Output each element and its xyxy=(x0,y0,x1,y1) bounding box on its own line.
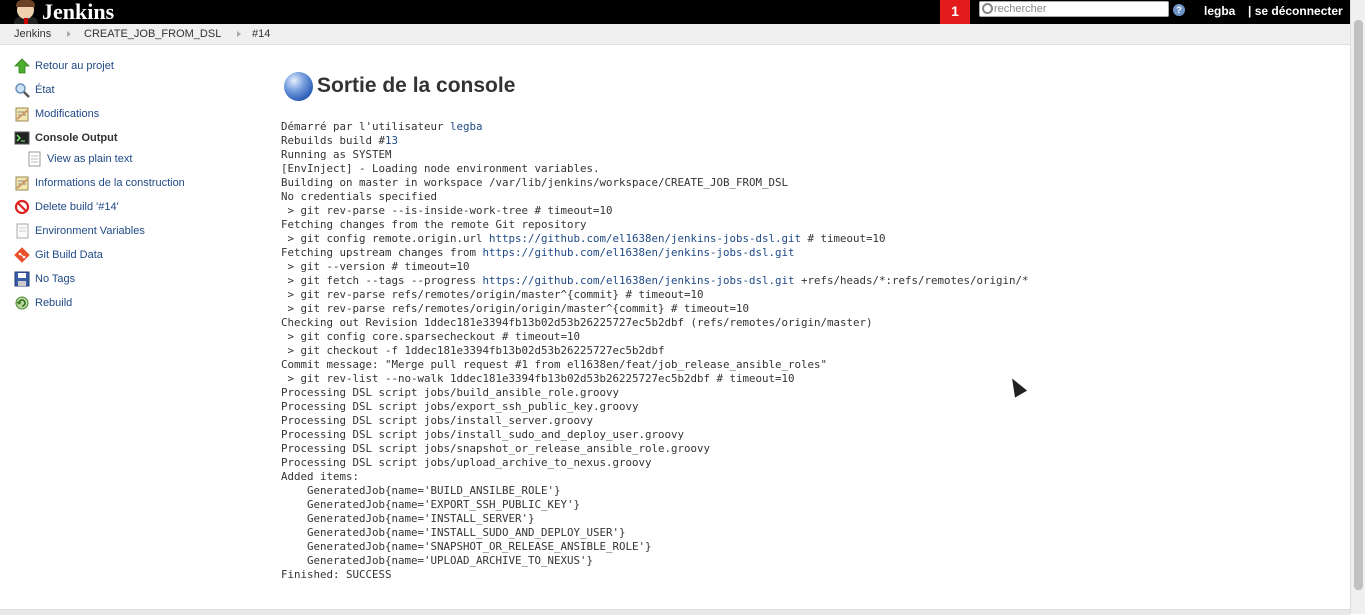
sidebar-item-delete-build[interactable]: Delete build '#14' xyxy=(14,197,119,217)
notepad-icon xyxy=(14,175,30,191)
logout-link[interactable]: | se déconnecter xyxy=(1248,4,1343,18)
sidebar-item-label: Informations de la construction xyxy=(35,177,185,189)
sidebar-item-label: Rebuild xyxy=(35,297,73,309)
console-build-link[interactable]: 13 xyxy=(385,134,398,147)
breadcrumb-separator xyxy=(67,31,71,37)
up-arrow-icon xyxy=(14,58,30,74)
sidebar-item-console-output[interactable]: Console Output xyxy=(14,128,118,148)
sidebar-item-no-tags[interactable]: No Tags xyxy=(14,269,75,289)
status-ball-icon xyxy=(284,72,313,101)
breadcrumb: Jenkins CREATE_JOB_FROM_DSL #14 xyxy=(0,24,1350,45)
sidebar-item-label: État xyxy=(35,84,55,96)
git-icon xyxy=(14,247,30,263)
footer xyxy=(0,609,1350,615)
console-user-link[interactable]: legba xyxy=(450,120,483,133)
search-input[interactable] xyxy=(994,2,1164,16)
no-entry-icon xyxy=(14,199,30,215)
notification-badge[interactable]: 1 xyxy=(940,0,970,24)
breadcrumb-build[interactable]: #14 xyxy=(252,28,270,40)
sidebar-item-changes[interactable]: Modifications xyxy=(14,104,99,124)
console-text: > git --version # timeout=10 > git fetch… xyxy=(287,260,477,287)
sidebar-item-env-vars[interactable]: Environment Variables xyxy=(14,221,145,241)
notepad-icon xyxy=(14,106,30,122)
sidebar-item-label: Environment Variables xyxy=(35,225,145,237)
console-repo-link[interactable]: https://github.com/el1638en/jenkins-jobs… xyxy=(489,232,801,245)
scrollbar-thumb[interactable] xyxy=(1354,20,1363,590)
console-text: +refs/heads/*:refs/remotes/origin/* > gi… xyxy=(281,274,1029,581)
sidebar-item-label: No Tags xyxy=(35,273,76,285)
console-text: Rebuilds build # xyxy=(281,134,386,147)
sidebar-item-status[interactable]: État xyxy=(14,80,55,100)
console-repo-link[interactable]: https://github.com/el1638en/jenkins-jobs… xyxy=(483,246,795,259)
sidebar-item-build-info[interactable]: Informations de la construction xyxy=(14,173,185,193)
breadcrumb-jenkins[interactable]: Jenkins xyxy=(14,28,51,40)
sidebar-item-rebuild[interactable]: Rebuild xyxy=(14,293,72,313)
search-box[interactable] xyxy=(979,1,1169,17)
page-title: Sortie de la console xyxy=(317,74,516,97)
sidebar-item-back-to-project[interactable]: Retour au projet xyxy=(14,56,114,76)
console-text: Running as SYSTEM [EnvInject] - Loading … xyxy=(281,148,789,245)
sidebar-item-label: Console Output xyxy=(35,132,118,144)
jenkins-logo[interactable]: Jenkins xyxy=(12,0,114,24)
console-text: Démarré par l'utilisateur xyxy=(281,120,451,133)
breadcrumb-separator xyxy=(237,31,241,37)
document-icon xyxy=(26,151,42,167)
breadcrumb-job[interactable]: CREATE_JOB_FROM_DSL xyxy=(84,28,221,40)
sidebar-item-plain-text[interactable]: View as plain text xyxy=(26,149,132,169)
console-output: Démarré par l'utilisateur legba Rebuilds… xyxy=(281,120,1029,582)
document-icon xyxy=(14,223,30,239)
butler-icon xyxy=(12,0,40,24)
sidebar-item-git-build-data[interactable]: Git Build Data xyxy=(14,245,103,265)
search-icon xyxy=(982,3,993,14)
rebuild-icon xyxy=(14,295,30,311)
sidebar-item-label: Delete build '#14' xyxy=(35,201,119,213)
top-header: Jenkins 1 ? legba | se déconnecter xyxy=(0,0,1365,24)
scrollbar[interactable] xyxy=(1350,0,1365,614)
sidebar-item-label: Modifications xyxy=(35,108,100,120)
sidebar-item-label: View as plain text xyxy=(47,153,133,165)
search-icon xyxy=(14,82,30,98)
sidebar-item-label: Git Build Data xyxy=(35,249,103,261)
sidebar-item-label: Retour au projet xyxy=(35,60,114,72)
user-link[interactable]: legba xyxy=(1204,4,1235,18)
console-repo-link[interactable]: https://github.com/el1638en/jenkins-jobs… xyxy=(483,274,795,287)
app-name[interactable]: Jenkins xyxy=(42,0,114,24)
help-icon[interactable]: ? xyxy=(1173,4,1185,16)
save-icon xyxy=(14,271,30,287)
terminal-icon xyxy=(14,130,30,146)
